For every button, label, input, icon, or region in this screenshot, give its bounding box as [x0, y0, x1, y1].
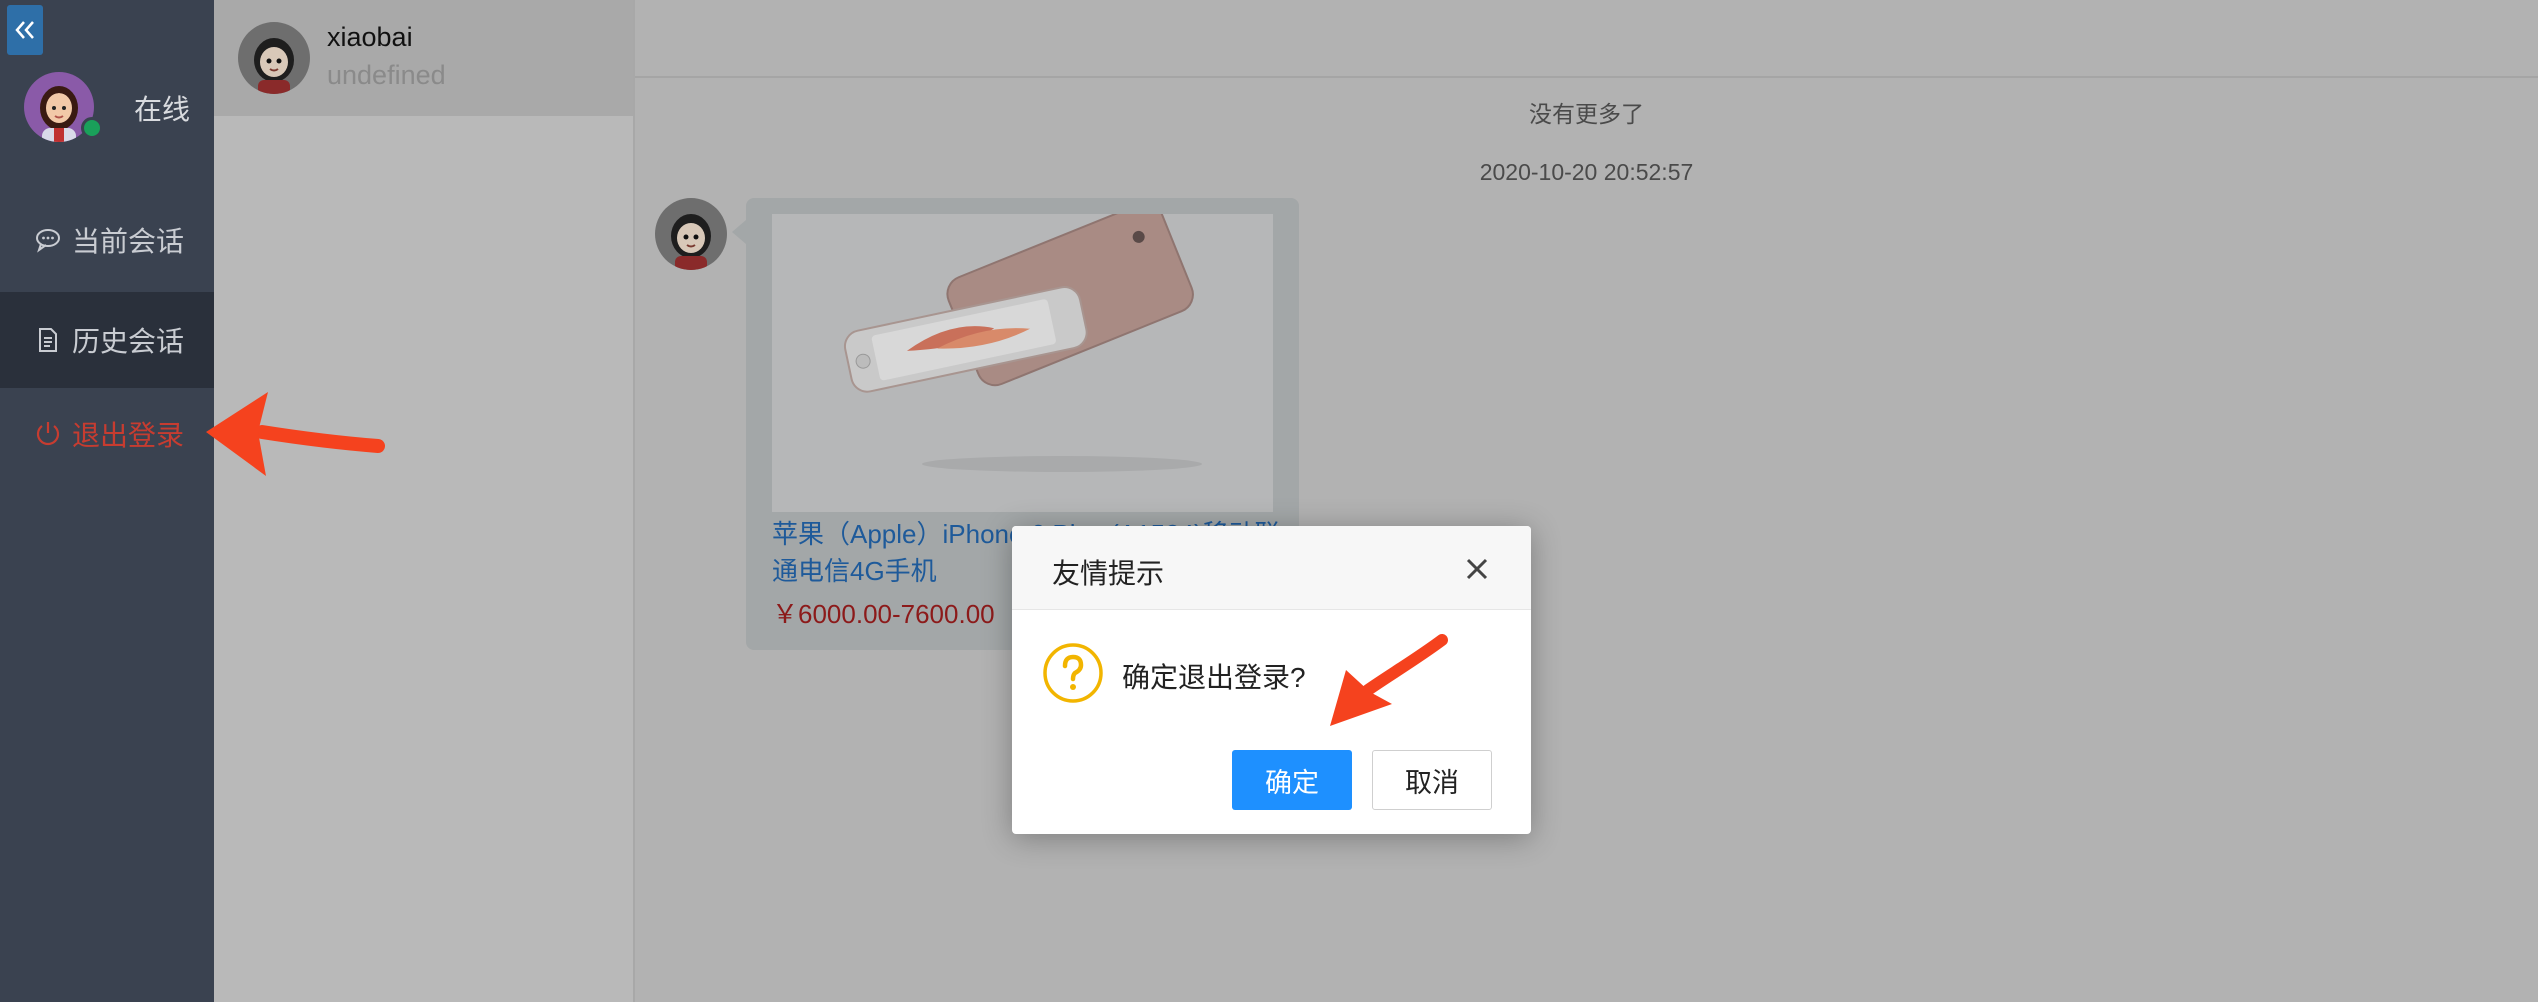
close-icon [1466, 558, 1488, 580]
product-image[interactable] [772, 214, 1273, 512]
question-warning-icon [1041, 641, 1105, 705]
menu-item-logout[interactable]: 退出登录 [0, 386, 214, 482]
collapse-sidebar-button[interactable] [7, 5, 43, 55]
menu-item-label: 当前会话 [72, 226, 185, 257]
menu-item-history-sessions[interactable]: 历史会话 [0, 292, 214, 388]
menu-item-current-sessions[interactable]: 当前会话 [0, 192, 214, 288]
cancel-button[interactable]: 取消 [1372, 750, 1492, 810]
close-dialog-button[interactable] [1460, 552, 1494, 586]
confirm-button[interactable]: 确定 [1232, 750, 1352, 810]
menu-item-label: 历史会话 [72, 326, 185, 357]
product-price: ￥6000.00-7600.00 [772, 599, 995, 629]
document-icon [32, 324, 64, 356]
online-status-label: 在线 [134, 94, 191, 125]
dialog-message: 确定退出登录? [1122, 662, 1306, 693]
contact-subtitle: undefined [327, 60, 446, 90]
dialog-header: 友情提示 [1012, 526, 1531, 610]
message-timestamp: 2020-10-20 20:52:57 [1479, 159, 1694, 185]
dialog-title: 友情提示 [1052, 558, 1165, 589]
chat-bubble-icon [32, 224, 64, 256]
conversation-item[interactable]: xiaobai undefined [214, 0, 633, 116]
chat-panel: 没有更多了 2020-10-20 20:52:57 苹果（Apple）iPhon… [635, 0, 2538, 1002]
chat-header [635, 0, 2538, 78]
app-window: 在线 当前会话 历史会话 退出登录 xiaobai undefined 没有更多… [0, 0, 2538, 1002]
sender-avatar [655, 198, 727, 270]
double-chevron-left-icon [15, 21, 34, 39]
conversation-list: xiaobai undefined [214, 0, 635, 1002]
no-more-messages[interactable]: 没有更多了 [635, 95, 2538, 129]
sidebar: 在线 当前会话 历史会话 退出登录 [0, 0, 214, 1002]
logout-confirm-dialog: 友情提示 确定退出登录? 确定 取消 [1012, 526, 1531, 834]
online-status-dot [81, 117, 103, 139]
power-icon [32, 418, 64, 450]
menu-item-label: 退出登录 [72, 420, 185, 451]
contact-avatar [238, 22, 310, 94]
contact-name: xiaobai [327, 22, 413, 52]
